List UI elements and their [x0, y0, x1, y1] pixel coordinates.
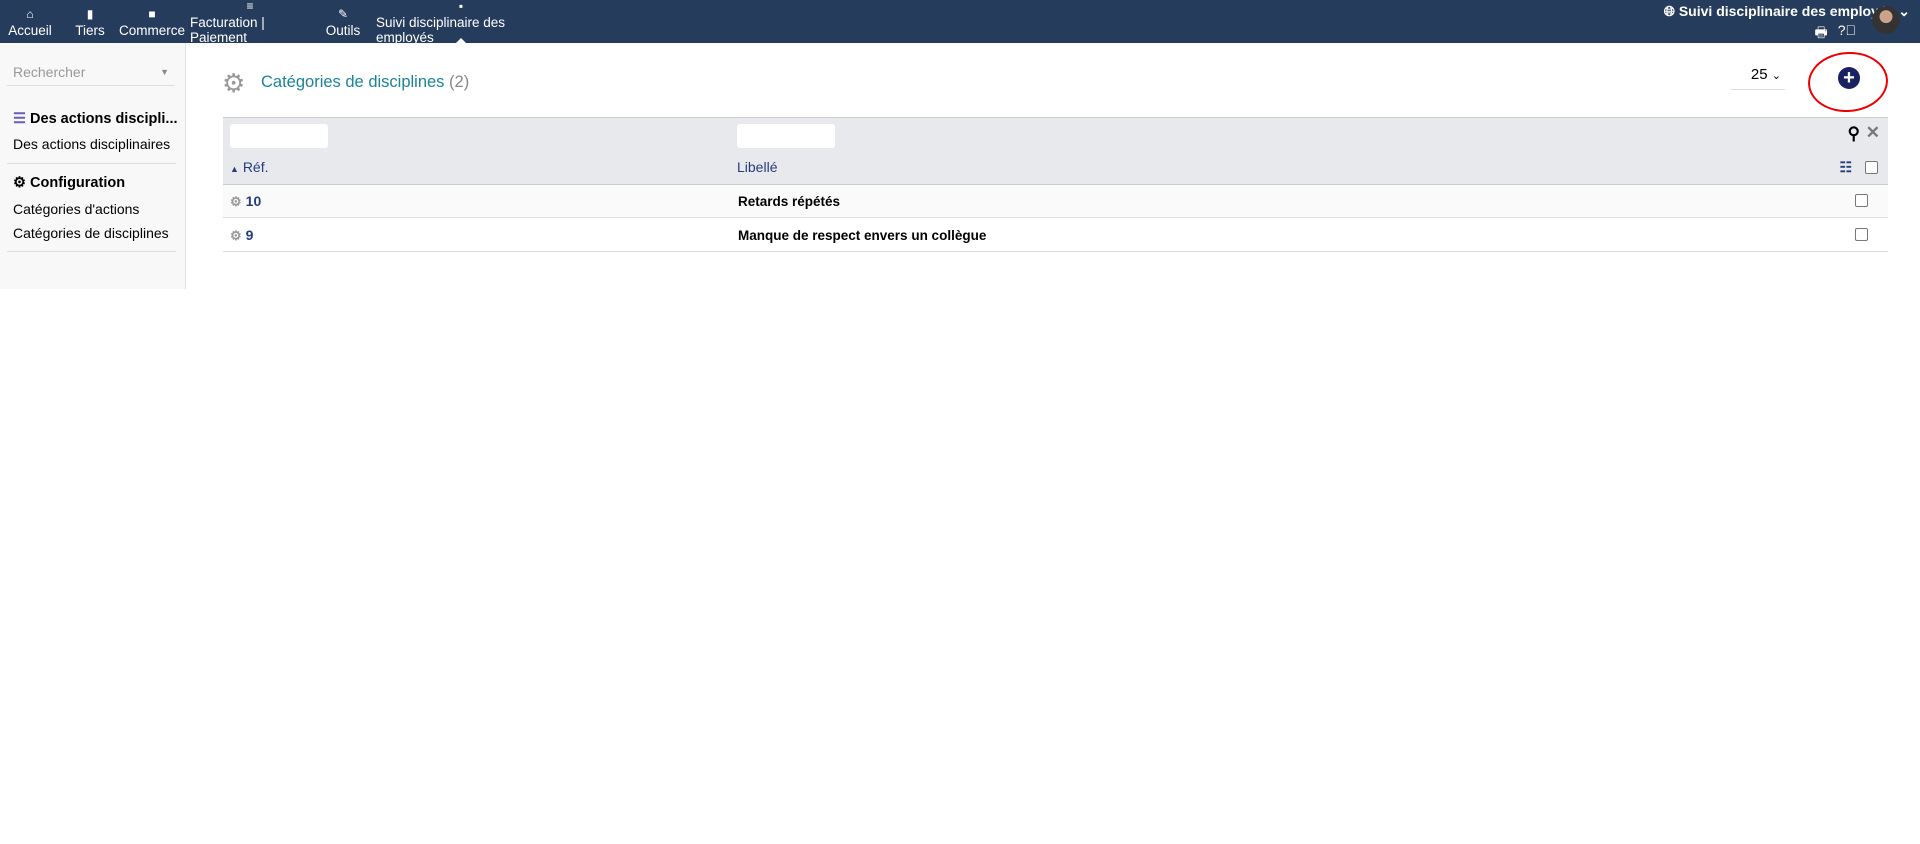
globe-icon: 🌐︎ — [1663, 3, 1679, 19]
row-checkbox[interactable] — [1855, 228, 1868, 241]
table-row: ⚙ 10 Retards répétés — [223, 185, 1888, 218]
gear-icon: ⚙ — [222, 68, 246, 98]
sort-asc-icon: ▲ — [230, 164, 239, 174]
row-checkbox[interactable] — [1855, 194, 1868, 207]
label-cell: Manque de respect envers un collègue — [738, 228, 987, 243]
sidebar-item-categories-disciplines[interactable]: Catégories de disciplines — [13, 225, 169, 241]
gear-icon: ⚙ — [230, 194, 242, 209]
filter-ref-input[interactable] — [230, 124, 328, 148]
filter-label-input[interactable] — [737, 124, 835, 148]
menu-accueil[interactable]: ⌂ Accueil — [8, 0, 52, 43]
wrench-icon: ✎ — [337, 6, 349, 21]
divider — [7, 163, 176, 164]
top-menu-bar: ⌂ Accueil ▮ Tiers ■ Commerce ≡ Facturation |… — [0, 0, 1920, 46]
menu-tiers[interactable]: ▮ Tiers — [75, 0, 105, 43]
menu-outils[interactable]: ✎ Outils — [325, 0, 361, 43]
chevron-down-icon: ⌄ — [1898, 3, 1910, 19]
sidebar-item-actions[interactable]: Des actions disciplinaires — [13, 136, 170, 152]
label-cell: Retards répétés — [738, 194, 841, 209]
gear-icon: ⚙ — [13, 175, 26, 191]
list-icon: ☰ — [13, 111, 26, 127]
briefcase-icon: ■ — [148, 6, 156, 21]
avatar[interactable] — [1872, 6, 1900, 34]
coins-icon: ≡ — [246, 0, 254, 13]
column-header-ref[interactable]: ▲ Réf. — [230, 159, 269, 175]
ref-link[interactable]: ⚙ 9 — [230, 227, 253, 244]
annotation-circle — [1806, 49, 1890, 115]
print-icon[interactable]: 🖶 — [1814, 22, 1827, 46]
sidebar: Rechercher ▼ ☰ Des actions discipli... De… — [0, 43, 186, 289]
menu-commerce[interactable]: ■ Commerce — [119, 0, 185, 43]
divider — [7, 251, 176, 252]
search-icon[interactable]: ⚲ — [1848, 124, 1860, 144]
help-icon[interactable]: ?⃝ — [1838, 22, 1856, 46]
note-icon: ▪ — [458, 0, 464, 13]
home-icon: ⌂ — [26, 6, 34, 21]
caret-down-icon: ▼ — [160, 67, 169, 77]
gear-icon: ⚙ — [230, 228, 242, 243]
page-title: Catégories de disciplines (2) — [261, 73, 470, 91]
menu-suivi-disciplinaire[interactable]: ▪ Suivi disciplinaire des employés — [376, 0, 546, 45]
table-row: ⚙ 9 Manque de respect envers un collègue — [223, 219, 1888, 252]
sidebar-section-configuration[interactable]: ⚙ Configuration — [13, 175, 125, 191]
column-list-icon[interactable]: ☷ — [1839, 159, 1852, 176]
column-header-label[interactable]: Libellé — [737, 159, 777, 175]
search-input[interactable]: Rechercher ▼ — [7, 62, 175, 86]
building-icon: ▮ — [86, 6, 94, 21]
close-icon[interactable]: ✕ — [1866, 123, 1880, 143]
select-all-checkbox[interactable] — [1865, 161, 1878, 174]
chevron-down-icon: ⌄ — [1771, 70, 1781, 82]
page-limit-select[interactable]: 25 ⌄ — [1731, 66, 1785, 90]
table-header: ⚲ ✕ ▲ Réf. Libellé ☷ — [223, 117, 1888, 185]
sidebar-item-categories-actions[interactable]: Catégories d'actions — [13, 201, 139, 217]
sidebar-section-actions[interactable]: ☰ Des actions discipli... — [13, 111, 178, 127]
menu-facturation[interactable]: ≡ Facturation | Paiement — [190, 0, 310, 45]
ref-link[interactable]: ⚙ 10 — [230, 193, 261, 210]
